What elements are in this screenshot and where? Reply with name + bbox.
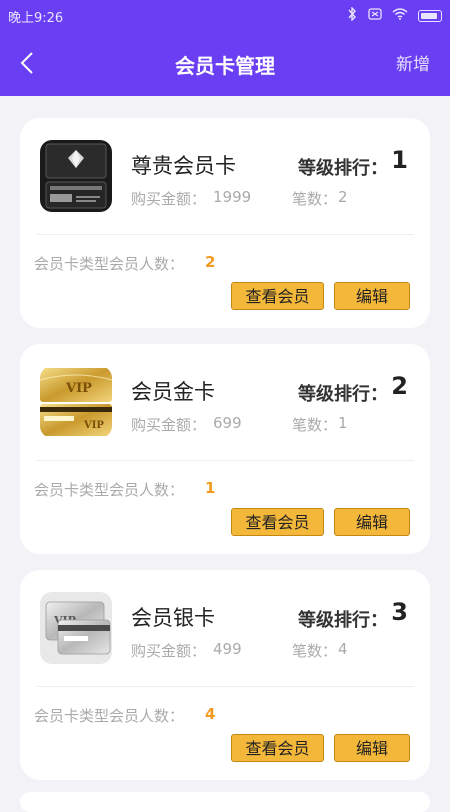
status-time: 晚上9:26 xyxy=(8,11,64,26)
status-bar: 晚上9:26 xyxy=(0,0,450,32)
members-label: 会员卡类型会员人数： xyxy=(34,481,185,499)
sim-icon xyxy=(368,8,382,24)
count-value: 2 xyxy=(338,188,348,206)
count-value: 1 xyxy=(338,414,348,432)
divider xyxy=(36,460,414,461)
view-members-button[interactable]: 查看会员 xyxy=(231,282,324,310)
count-label: 笔数： xyxy=(292,416,338,434)
count-value: 4 xyxy=(338,640,348,658)
vip-black-card-icon xyxy=(40,140,112,212)
view-members-button[interactable]: 查看会员 xyxy=(231,508,324,536)
next-card-peek xyxy=(20,792,430,812)
price-label: 购买金额： xyxy=(131,416,207,434)
vip-silver-card-icon: VIP xyxy=(40,592,112,664)
svg-text:VIP: VIP xyxy=(65,381,92,396)
rank-label: 等级排行： xyxy=(298,384,388,405)
status-icons xyxy=(346,6,442,25)
price-value: 1999 xyxy=(213,188,252,206)
price-value: 499 xyxy=(213,640,242,658)
vip-gold-card-icon: VIP VIP xyxy=(40,366,112,438)
rank-value: 2 xyxy=(391,372,408,400)
members-label: 会员卡类型会员人数： xyxy=(34,707,185,725)
battery-icon xyxy=(418,10,442,22)
divider xyxy=(36,234,414,235)
card-name: 尊贵会员卡 xyxy=(131,154,236,178)
members-count: 2 xyxy=(205,253,216,271)
members-count: 4 xyxy=(205,705,216,723)
page-title: 会员卡管理 xyxy=(175,54,275,78)
bluetooth-icon xyxy=(346,6,358,25)
card-name: 会员银卡 xyxy=(131,606,215,630)
rank-label: 等级排行： xyxy=(298,158,388,179)
card-name: 会员金卡 xyxy=(131,380,215,404)
svg-text:VIP: VIP xyxy=(83,420,104,431)
edit-button[interactable]: 编辑 xyxy=(334,508,410,536)
rank-value: 3 xyxy=(391,598,408,626)
price-value: 699 xyxy=(213,414,242,432)
divider xyxy=(36,686,414,687)
count-label: 笔数： xyxy=(292,642,338,660)
price-label: 购买金额： xyxy=(131,642,207,660)
rank-label: 等级排行： xyxy=(298,610,388,631)
add-button[interactable]: 新增 xyxy=(396,50,430,75)
members-count: 1 xyxy=(205,479,216,497)
count-label: 笔数： xyxy=(292,190,338,208)
member-card-item: 尊贵会员卡 等级排行： 1 购买金额： 1999 笔数： 2 会员卡类型会员人数… xyxy=(20,118,430,328)
app-bar: 会员卡管理 新增 xyxy=(0,32,450,96)
price-label: 购买金额： xyxy=(131,190,207,208)
wifi-icon xyxy=(392,8,408,24)
view-members-button[interactable]: 查看会员 xyxy=(231,734,324,762)
edit-button[interactable]: 编辑 xyxy=(334,734,410,762)
edit-button[interactable]: 编辑 xyxy=(334,282,410,310)
member-card-item: VIP VIP 会员金卡 等级排行： 2 购买金额： 699 笔数： 1 会员卡… xyxy=(20,344,430,554)
member-card-item: VIP 会员银卡 等级排行： 3 购买金额： 499 笔数： 4 会员卡类型会员… xyxy=(20,570,430,780)
rank-value: 1 xyxy=(391,146,408,174)
members-label: 会员卡类型会员人数： xyxy=(34,255,185,273)
